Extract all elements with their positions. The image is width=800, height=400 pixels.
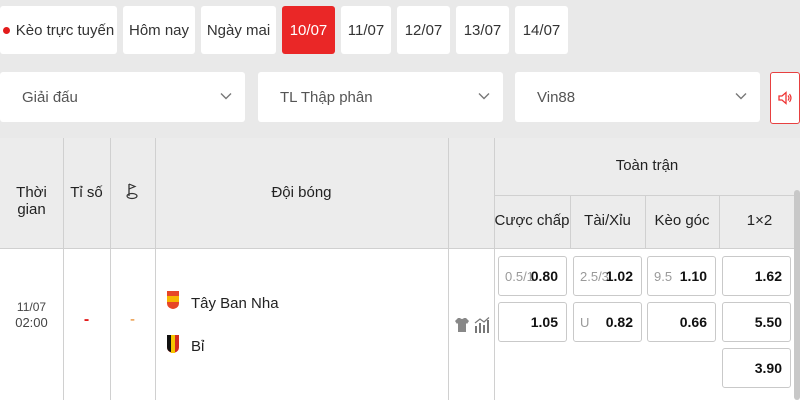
tab-date-14-07[interactable]: 14/07 [515, 6, 568, 54]
over-under-line: 2.5/3 [580, 269, 609, 284]
header-teams: Đội bóng [271, 184, 332, 201]
odds-value: 1.62 [754, 268, 782, 284]
away-team-name: Bỉ [191, 338, 205, 355]
tab-label: Ngày mai [206, 21, 271, 39]
header-full-match: Toàn trận [615, 157, 679, 174]
match-date: 11/07 [16, 300, 47, 314]
league-select[interactable]: Giải đấu [0, 72, 245, 122]
corner-over-odds[interactable]: 9.5 1.10 [647, 256, 716, 296]
spain-flag-icon [167, 291, 179, 309]
bookmaker-select[interactable]: Vin88 [515, 72, 760, 122]
odds-value: 1.05 [530, 314, 558, 330]
odds-value: 0.66 [679, 314, 707, 330]
league-select-value: Giải đấu [22, 88, 78, 106]
odds-table: Thời gian Tỉ số Đội bóng Toàn trận Cược … [0, 138, 800, 400]
corner-under-odds[interactable]: 0.66 [647, 302, 716, 342]
tab-label: Kèo trực tuyến [15, 21, 115, 39]
odds-format-select[interactable]: TL Thập phân [258, 72, 503, 122]
chevron-down-icon [735, 93, 747, 100]
tab-label: 14/07 [522, 21, 561, 39]
corner-flag-icon [124, 182, 140, 205]
odds-value: 0.82 [605, 314, 633, 330]
handicap-away-odds[interactable]: 1.05 [498, 302, 567, 342]
home-team-name: Tây Ban Nha [191, 295, 279, 312]
tab-label: 13/07 [463, 21, 502, 39]
header-over-under: Tài/Xỉu [584, 212, 631, 229]
home-win-odds[interactable]: 1.62 [722, 256, 791, 296]
tab-date-12-07[interactable]: 12/07 [397, 6, 450, 54]
tab-date-13-07[interactable]: 13/07 [456, 6, 509, 54]
header-corner: Kèo góc [654, 212, 710, 229]
tab-date-10-07[interactable]: 10/07 [282, 6, 335, 54]
match-time: 02:00 [15, 315, 48, 330]
odds-value: 5.50 [754, 314, 782, 330]
bookmaker-value: Vin88 [537, 88, 576, 106]
draw-odds[interactable]: 3.90 [722, 348, 791, 388]
odds-format-value: TL Thập phân [280, 88, 373, 106]
odds-value: 3.90 [754, 360, 782, 376]
handicap-home-odds[interactable]: 0.5/1 0.80 [498, 256, 567, 296]
over-under-line: U [580, 315, 590, 330]
tab-tomorrow[interactable]: Ngày mai [201, 6, 276, 54]
odds-value: 0.80 [530, 268, 558, 284]
tab-label: 10/07 [289, 21, 328, 39]
header-1x2: 1×2 [746, 212, 773, 229]
header-score: Tỉ số [70, 184, 103, 201]
odds-value: 1.10 [679, 268, 707, 284]
header-handicap: Cược chấp [494, 212, 570, 229]
corner-line: 9.5 [654, 269, 673, 284]
tab-live-odds[interactable]: Kèo trực tuyến [0, 6, 117, 54]
tab-label: 12/07 [404, 21, 443, 39]
handicap-line: 0.5/1 [505, 269, 534, 284]
chevron-down-icon [478, 93, 490, 100]
tab-today[interactable]: Hôm nay [123, 6, 195, 54]
chevron-down-icon [220, 93, 232, 100]
table-row[interactable]: 11/07 02:00 - - Tây Ban Nha Bỉ 0.5/1 0.8… [0, 249, 800, 400]
corner-score: - [130, 311, 135, 328]
under-odds[interactable]: U 0.82 [573, 302, 642, 342]
odds-value: 1.02 [605, 268, 633, 284]
lineup-shirt-icon[interactable] [455, 317, 469, 338]
away-win-odds[interactable]: 5.50 [722, 302, 791, 342]
tab-label: Hôm nay [128, 21, 190, 39]
match-score: - [83, 311, 90, 328]
stats-chart-icon[interactable] [474, 317, 490, 338]
belgium-flag-icon [167, 335, 179, 353]
speaker-icon [778, 91, 792, 105]
live-indicator-icon [2, 26, 10, 34]
over-odds[interactable]: 2.5/3 1.02 [573, 256, 642, 296]
sound-toggle-button[interactable] [770, 72, 800, 124]
header-time: Thời gian [16, 184, 47, 218]
tab-date-11-07[interactable]: 11/07 [341, 6, 391, 54]
scrollbar[interactable] [794, 190, 800, 400]
tab-label: 11/07 [347, 21, 385, 39]
